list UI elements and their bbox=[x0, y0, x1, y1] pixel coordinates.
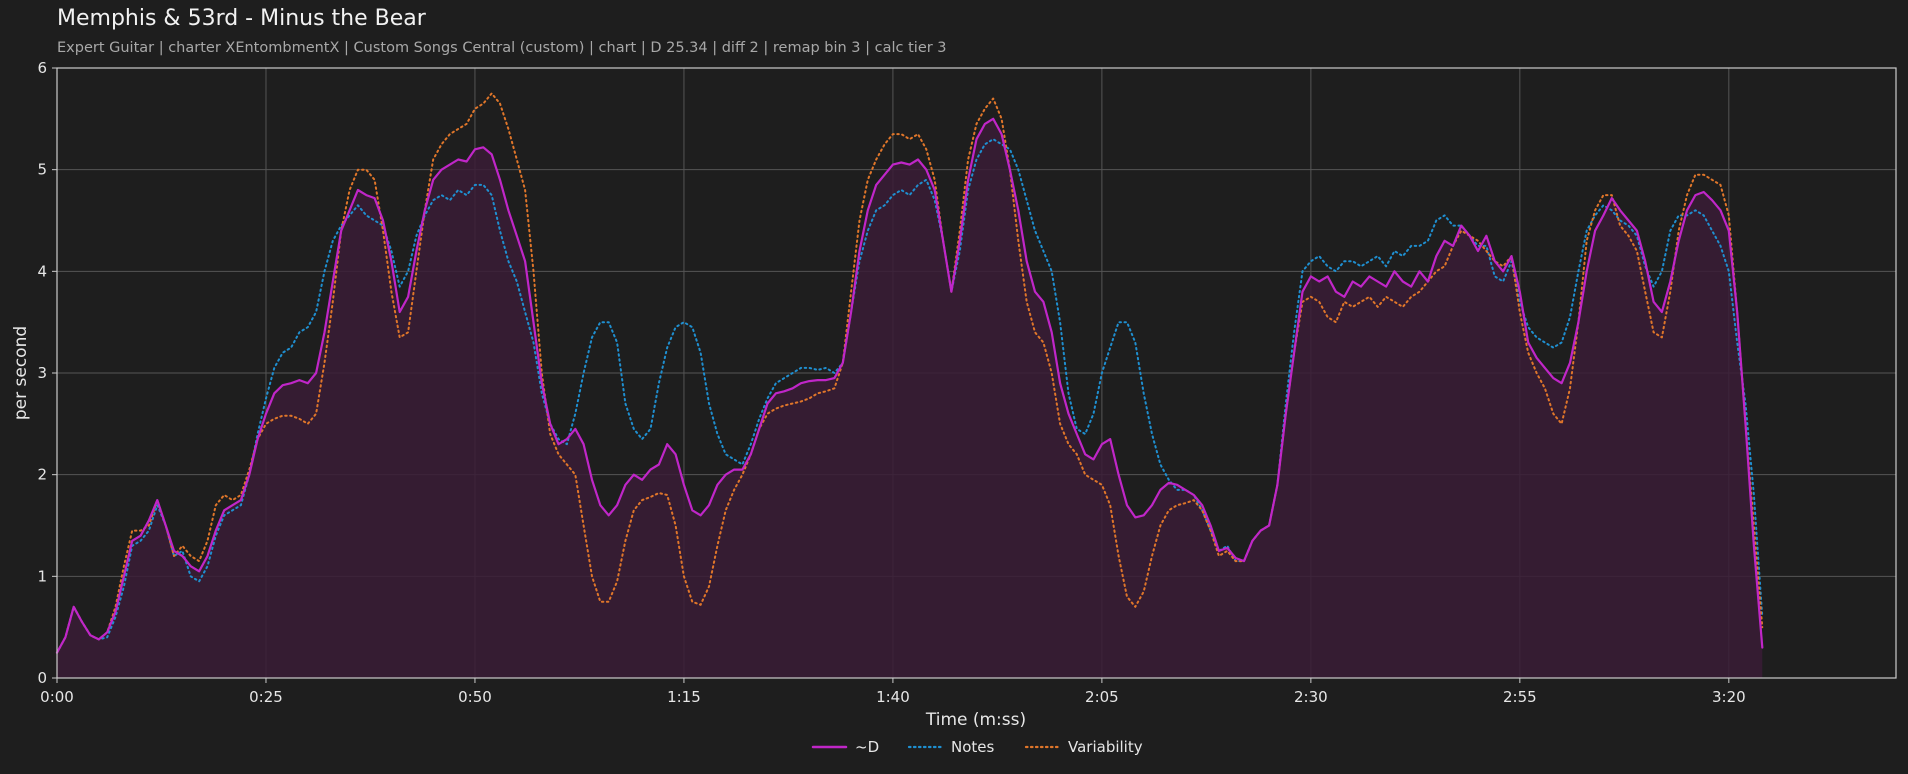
y-tick-label: 6 bbox=[37, 59, 47, 77]
x-tick-label: 3:20 bbox=[1712, 688, 1746, 706]
x-tick-label: 2:05 bbox=[1085, 688, 1119, 706]
x-tick-label: 2:55 bbox=[1503, 688, 1537, 706]
x-tick-label: 1:15 bbox=[667, 688, 701, 706]
y-tick-label: 5 bbox=[37, 161, 47, 179]
x-tick-label: 0:25 bbox=[249, 688, 283, 706]
y-tick-label: 0 bbox=[37, 669, 47, 687]
y-axis-title: per second bbox=[11, 326, 31, 420]
x-tick-label: 1:40 bbox=[876, 688, 910, 706]
y-tick-label: 3 bbox=[37, 364, 47, 382]
x-axis-title: Time (m:ss) bbox=[925, 710, 1026, 730]
legend-label: ~D bbox=[855, 738, 879, 756]
x-axis: 0:00 0:25 0:50 1:15 1:40 2:05 2:30 2:55 3:20 bbox=[40, 678, 1746, 706]
chart-plot: 0:00 0:25 0:50 1:15 1:40 2:05 2:30 2:55 3:20 0 1 2… bbox=[11, 59, 1897, 756]
x-tick-label: 2:30 bbox=[1294, 688, 1328, 706]
y-tick-label: 2 bbox=[37, 466, 47, 484]
legend-label: Notes bbox=[951, 738, 995, 756]
y-axis: 0 1 2 3 4 5 6 bbox=[37, 59, 57, 687]
x-tick-label: 0:00 bbox=[40, 688, 74, 706]
legend: ~D Notes Variability bbox=[811, 738, 1143, 756]
y-tick-label: 1 bbox=[37, 567, 47, 585]
y-tick-label: 4 bbox=[37, 262, 47, 280]
x-tick-label: 0:50 bbox=[458, 688, 492, 706]
legend-label: Variability bbox=[1068, 738, 1143, 756]
